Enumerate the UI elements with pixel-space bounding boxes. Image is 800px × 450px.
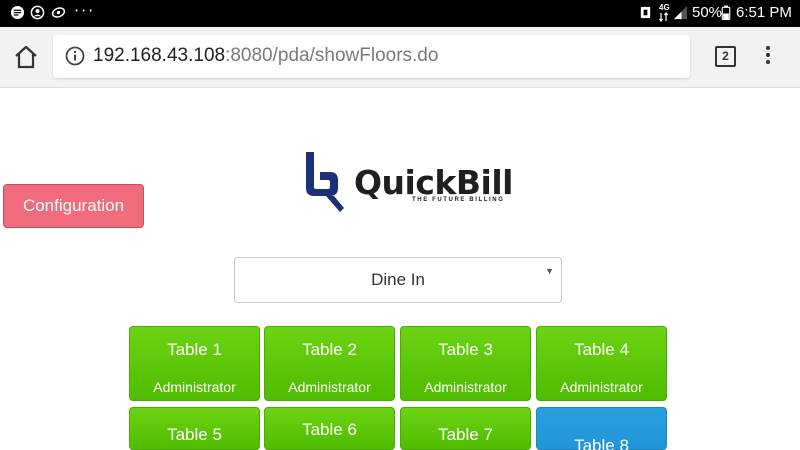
sync-icon <box>51 7 66 18</box>
table-tile[interactable]: Table 6 <box>264 407 395 450</box>
data-arrows-icon <box>659 12 668 22</box>
table-user: Administrator <box>560 379 643 395</box>
table-tile[interactable]: Table 4 Administrator <box>536 326 667 401</box>
battery-percent: 50% <box>692 4 723 21</box>
network-type: 4G <box>659 3 670 12</box>
table-name: Table 1 <box>167 340 222 359</box>
table-name: Table 6 <box>302 420 357 439</box>
logo-tagline: THE FUTURE BILLING <box>412 197 505 203</box>
table-name: Table 8 <box>574 436 629 450</box>
info-icon[interactable] <box>65 46 85 66</box>
table-tile[interactable]: Table 2 Administrator <box>264 326 395 401</box>
table-name: Table 5 <box>167 425 222 444</box>
battery-saver-icon <box>640 6 651 19</box>
order-type-value: Dine In <box>371 270 425 289</box>
account-icon <box>30 5 45 20</box>
table-user: Administrator <box>424 379 507 395</box>
order-type-select[interactable]: Dine In ▼ <box>234 257 562 303</box>
configuration-button[interactable]: Configuration <box>3 184 144 228</box>
tab-switcher-button[interactable]: 2 <box>715 46 736 67</box>
table-name: Table 4 <box>574 340 629 359</box>
browser-menu-icon[interactable] <box>760 44 776 70</box>
url-path: :8080/pda/showFloors.do <box>225 45 439 66</box>
table-tile[interactable]: Table 3 Administrator <box>400 326 531 401</box>
table-user: Administrator <box>288 379 371 395</box>
home-icon[interactable] <box>13 45 39 69</box>
browser-toolbar: 192.168.43.108:8080/pda/showFloors.do 2 <box>0 27 800 88</box>
table-tile[interactable]: Table 5 <box>129 407 260 450</box>
message-icon <box>10 5 25 20</box>
table-tile[interactable]: Table 7 <box>400 407 531 450</box>
url-host: 192.168.43.108 <box>93 45 226 66</box>
table-user: Administrator <box>153 379 236 395</box>
table-name: Table 7 <box>438 425 493 444</box>
signal-icon <box>673 5 688 20</box>
url-text[interactable]: 192.168.43.108:8080/pda/showFloors.do <box>93 45 438 67</box>
table-name: Table 3 <box>438 340 493 359</box>
table-tile[interactable]: Table 1 Administrator <box>129 326 260 401</box>
quickbill-logo-mark <box>298 152 344 212</box>
table-tile[interactable]: Table 8 <box>536 407 667 450</box>
chevron-down-icon: ▼ <box>545 266 554 276</box>
table-name: Table 2 <box>302 340 357 359</box>
quickbill-logo: QuickBill THE FUTURE BILLING <box>296 150 513 214</box>
more-notifications-icon: ··· <box>74 1 96 20</box>
battery-icon <box>721 5 731 20</box>
clock: 6:51 PM <box>736 4 792 21</box>
status-bar: ··· 4G 50% 6:51 PM <box>0 0 800 27</box>
address-bar[interactable]: 192.168.43.108:8080/pda/showFloors.do <box>53 35 690 78</box>
